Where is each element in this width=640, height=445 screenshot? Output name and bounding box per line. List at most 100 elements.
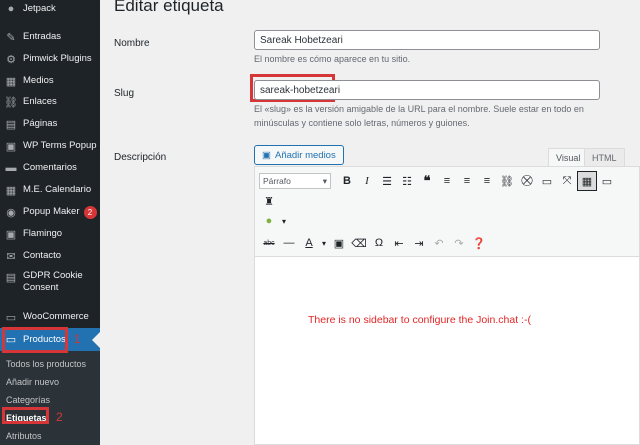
description-label: Descripción [114, 152, 167, 163]
bullet-list-icon[interactable]: ☰ [377, 171, 397, 191]
page-title: Editar etiqueta [114, 0, 224, 15]
format-select-value: Párrafo [263, 176, 291, 186]
toolbar-row-4: abc — A ▾ ▣ ⌫ Ω ⇤ ⇥ ↶ ↷ ❓ [259, 233, 489, 253]
woo-icon: ▭ [5, 311, 17, 324]
strikethrough-icon[interactable]: abc [259, 233, 279, 253]
sidebar-item-flamingo[interactable]: ▣ Flamingo [0, 223, 100, 245]
help-icon[interactable]: ❓ [469, 233, 489, 253]
editor-content-area[interactable]: There is no sidebar to configure the Joi… [255, 258, 639, 445]
sidebar-item-label: Medios [23, 75, 54, 86]
sidebar-item-comentarios[interactable]: ▬ Comentarios [0, 157, 100, 179]
sidebar-item-label: Entradas [23, 31, 62, 42]
media-icon: ▦ [5, 75, 17, 88]
sidebar-item-enlaces[interactable]: ⛓ Enlaces [0, 91, 100, 113]
sidebar-item-label: M.E. Calendario [23, 184, 92, 195]
annotation-box-2 [2, 407, 49, 424]
sidebar-item-label: GDPR Cookie Consent [23, 270, 83, 293]
fullscreen-icon[interactable]: ⤧ [557, 171, 577, 191]
special-character-icon[interactable]: Ω [369, 233, 389, 253]
chevron-down-icon[interactable]: ▾ [279, 211, 289, 231]
toolbar-row-2: ♜ [259, 191, 279, 211]
mail-icon: ✉ [6, 250, 16, 263]
cookie-icon: ▤ [5, 271, 17, 284]
sidebar-item-label: Popup Maker [23, 206, 80, 217]
redo-icon[interactable]: ↷ [449, 233, 469, 253]
active-menu-arrow [92, 332, 100, 348]
link-icon[interactable]: ⛓ [497, 171, 517, 191]
sidebar-item-jetpack[interactable]: ● Jetpack [0, 0, 100, 20]
sidebar-item-label: Flamingo [23, 228, 63, 239]
editor-content-text: There is no sidebar to configure the Joi… [308, 314, 531, 326]
submenu-item-atributos[interactable]: Atributos [6, 431, 42, 441]
indent-icon[interactable]: ⇥ [409, 233, 429, 253]
tab-visual[interactable]: Visual [548, 148, 589, 167]
sidebar-item-paginas[interactable]: ▤ Páginas [0, 113, 100, 135]
align-left-icon[interactable]: ≡ [437, 171, 457, 191]
sidebar-item-label: Jetpack [23, 3, 56, 14]
italic-icon[interactable]: I [357, 171, 377, 191]
description-editor: Párrafo ▾ B I ☰ ☷ ❝ ≡ ≡ ≡ ⛓ ⛒ ▭ ⤧ ▦ ▭ ♜ [254, 166, 640, 445]
sidebar-item-label: Enlaces [23, 96, 57, 107]
submenu-item-categorias[interactable]: Categorías [6, 395, 50, 405]
comment-icon: ▬ [5, 162, 17, 174]
sidebar-item-gdpr[interactable]: ▤ GDPR Cookie Consent [0, 270, 100, 298]
sidebar-item-label: WP Terms Popup [23, 140, 97, 151]
sidebar-item-label: Pimwick Plugins [23, 53, 92, 64]
undo-icon[interactable]: ↶ [429, 233, 449, 253]
monitor-icon[interactable]: ▭ [597, 171, 617, 191]
sidebar-item-woocommerce[interactable]: ▭ WooCommerce [0, 306, 100, 328]
bold-icon[interactable]: B [337, 171, 357, 191]
sidebar-item-pimwick[interactable]: ⚙ Pimwick Plugins [0, 48, 100, 70]
main-content: Editar etiqueta Nombre El nombre es cómo… [100, 0, 640, 445]
read-more-icon[interactable]: ▭ [537, 171, 557, 191]
toolbar-row-3: ● ▾ [259, 211, 289, 231]
name-description: El nombre es cómo aparece en tu sitio. [254, 54, 411, 64]
sidebar-item-label: Comentarios [23, 162, 77, 173]
tab-html[interactable]: HTML [584, 148, 625, 167]
submenu-item-todos[interactable]: Todos los productos [6, 359, 86, 369]
page-icon: ▤ [5, 118, 17, 131]
blockquote-icon[interactable]: ❝ [417, 171, 437, 191]
unlink-icon[interactable]: ⛒ [517, 171, 537, 191]
align-right-icon[interactable]: ≡ [477, 171, 497, 191]
sidebar-item-label: WooCommerce [23, 311, 89, 322]
slug-label: Slug [114, 88, 135, 99]
text-color-icon[interactable]: A [299, 233, 319, 253]
name-label: Nombre [114, 38, 150, 49]
leaf-icon[interactable]: ● [259, 211, 279, 231]
sidebar-item-label: Contacto [23, 250, 62, 261]
sidebar-item-wp-terms-popup[interactable]: ▣ WP Terms Popup [0, 135, 100, 157]
calendar-icon: ▦ [5, 184, 17, 197]
admin-sidebar: ● Jetpack ✎ Entradas ⚙ Pimwick Plugins ▦… [0, 0, 100, 445]
sidebar-item-medios[interactable]: ▦ Medios [0, 70, 100, 92]
clear-formatting-icon[interactable]: ⌫ [349, 233, 369, 253]
add-media-button[interactable]: ▣ Añadir medios [254, 145, 344, 165]
toolbar-toggle-icon[interactable]: ▦ [577, 171, 597, 191]
submenu-item-anadir[interactable]: Añadir nuevo [6, 377, 59, 387]
notification-badge: 2 [83, 205, 97, 219]
jetpack-icon: ● [7, 3, 15, 15]
chevron-down-icon[interactable]: ▾ [319, 233, 329, 253]
format-select[interactable]: Párrafo ▾ [259, 173, 331, 189]
chevron-down-icon: ▾ [322, 175, 327, 186]
numbered-list-icon[interactable]: ☷ [397, 171, 417, 191]
horizontal-line-icon[interactable]: — [279, 233, 299, 253]
paste-text-icon[interactable]: ▣ [329, 233, 349, 253]
sidebar-item-contacto[interactable]: ✉ Contacto [0, 245, 100, 267]
name-input[interactable] [254, 30, 600, 50]
productos-submenu: Todos los productos Añadir nuevo Categor… [0, 351, 100, 445]
slug-input[interactable] [254, 80, 600, 100]
align-center-icon[interactable]: ≡ [457, 171, 477, 191]
sidebar-item-popup-maker[interactable]: ◉ Popup Maker 2 [0, 201, 100, 223]
plugin-icon: ⚙ [6, 53, 16, 66]
outdent-icon[interactable]: ⇤ [389, 233, 409, 253]
annotation-box-1 [2, 327, 68, 353]
media-icon: ▣ [262, 149, 271, 161]
plugin-button-icon[interactable]: ♜ [259, 191, 279, 211]
popup-maker-icon: ◉ [6, 206, 16, 219]
annotation-number-2: 2 [56, 410, 63, 424]
popup-icon: ▣ [5, 140, 17, 153]
sidebar-item-calendario[interactable]: ▦ M.E. Calendario [0, 179, 100, 201]
sidebar-item-entradas[interactable]: ✎ Entradas [0, 26, 100, 48]
annotation-number-1: 1 [74, 332, 81, 346]
